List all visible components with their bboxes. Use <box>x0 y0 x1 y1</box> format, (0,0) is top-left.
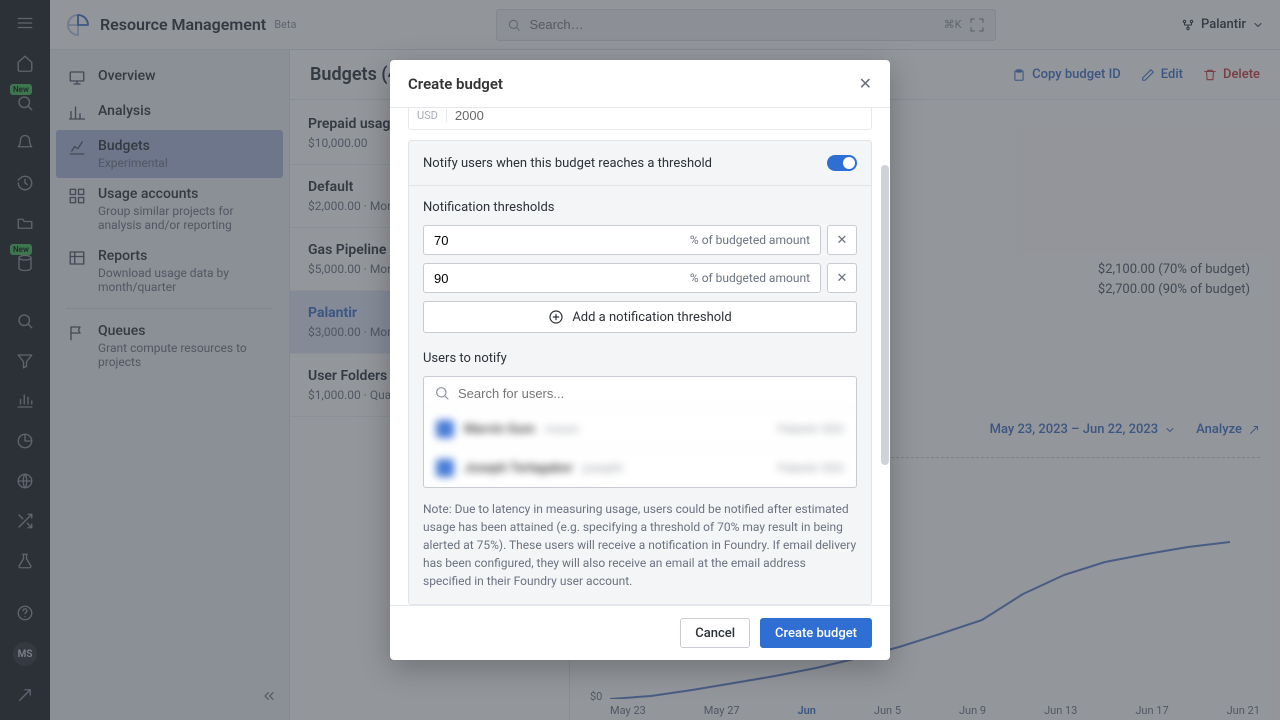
create-budget-button[interactable]: Create budget <box>760 618 872 648</box>
user-name: Marvin Gum <box>464 422 535 437</box>
remove-threshold-button[interactable]: ✕ <box>827 225 857 255</box>
notification-note: Note: Due to latency in measuring usage,… <box>423 500 857 590</box>
user-avatar <box>436 420 454 438</box>
user-handle: msum <box>545 422 579 436</box>
remove-threshold-button[interactable]: ✕ <box>827 263 857 293</box>
add-threshold-label: Add a notification threshold <box>572 310 731 325</box>
plus-circle-icon <box>548 309 564 325</box>
notification-section: Notify users when this budget reaches a … <box>408 140 872 605</box>
threshold-row: % of budgeted amount ✕ <box>423 225 857 255</box>
user-row[interactable]: Joseph Terlagabor josepht Palantir SSO <box>424 448 856 487</box>
threshold-input[interactable] <box>424 271 680 286</box>
add-threshold-button[interactable]: Add a notification threshold <box>423 301 857 333</box>
currency-label: USD <box>409 109 447 122</box>
threshold-suffix: % of budgeted amount <box>680 271 820 285</box>
user-row[interactable]: Marvin Gum msum Palantir SSO <box>424 409 856 448</box>
user-search-input[interactable] <box>458 386 846 401</box>
user-org: Palantir SSO <box>778 461 845 475</box>
user-search: Marvin Gum msum Palantir SSO Joseph Terl… <box>423 376 857 488</box>
modal-body: USD Notify users when this budget reache… <box>390 108 890 605</box>
user-name: Joseph Terlagabor <box>464 461 573 476</box>
threshold-row: % of budgeted amount ✕ <box>423 263 857 293</box>
user-handle: josepht <box>583 461 623 475</box>
cancel-button[interactable]: Cancel <box>680 618 750 648</box>
search-icon <box>434 385 450 401</box>
create-budget-modal: Create budget ✕ USD Notify users when th… <box>390 60 890 660</box>
threshold-input[interactable] <box>424 233 680 248</box>
modal-header: Create budget ✕ <box>390 60 890 108</box>
threshold-suffix: % of budgeted amount <box>680 233 820 247</box>
scrollbar-thumb[interactable] <box>881 165 889 465</box>
modal-footer: Cancel Create budget <box>390 605 890 660</box>
user-avatar <box>436 459 454 477</box>
amount-input[interactable] <box>447 108 871 123</box>
amount-input-row: USD <box>408 108 872 130</box>
user-org: Palantir SSO <box>778 422 845 436</box>
modal-title: Create budget <box>408 75 503 93</box>
close-icon[interactable]: ✕ <box>859 74 872 93</box>
users-heading: Users to notify <box>423 351 857 366</box>
thresholds-heading: Notification thresholds <box>423 200 857 215</box>
notify-toggle-label: Notify users when this budget reaches a … <box>423 156 712 171</box>
notify-toggle[interactable] <box>827 155 857 171</box>
